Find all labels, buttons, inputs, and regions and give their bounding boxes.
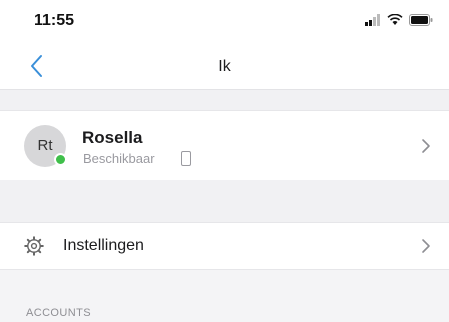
status-bar: 11:55 [0, 0, 449, 44]
status-time: 11:55 [34, 12, 75, 29]
section-spacer [0, 180, 449, 222]
page-title: Ik [218, 58, 231, 75]
avatar-initials: Rt [37, 137, 53, 154]
chevron-right-icon [422, 139, 430, 153]
nav-bar: Ik [0, 44, 449, 90]
presence-indicator [54, 153, 67, 166]
avatar[interactable]: Rt [24, 125, 67, 167]
profile-status[interactable]: Beschikbaar [83, 151, 155, 166]
signal-icon [365, 14, 380, 26]
battery-icon [409, 14, 433, 26]
section-spacer [0, 90, 449, 110]
status-icons [365, 13, 433, 27]
wifi-icon [387, 14, 403, 25]
chevron-right-icon [422, 239, 430, 253]
profile-name: Rosella [82, 128, 143, 147]
accounts-section-header: ACCOUNTS [26, 307, 91, 319]
profile-row[interactable]: Rt Rosella Beschikbaar [0, 110, 449, 181]
phone-icon [181, 151, 191, 166]
settings-row[interactable]: Instellingen [0, 222, 449, 270]
gear-icon [24, 236, 44, 256]
settings-label: Instellingen [63, 237, 144, 254]
